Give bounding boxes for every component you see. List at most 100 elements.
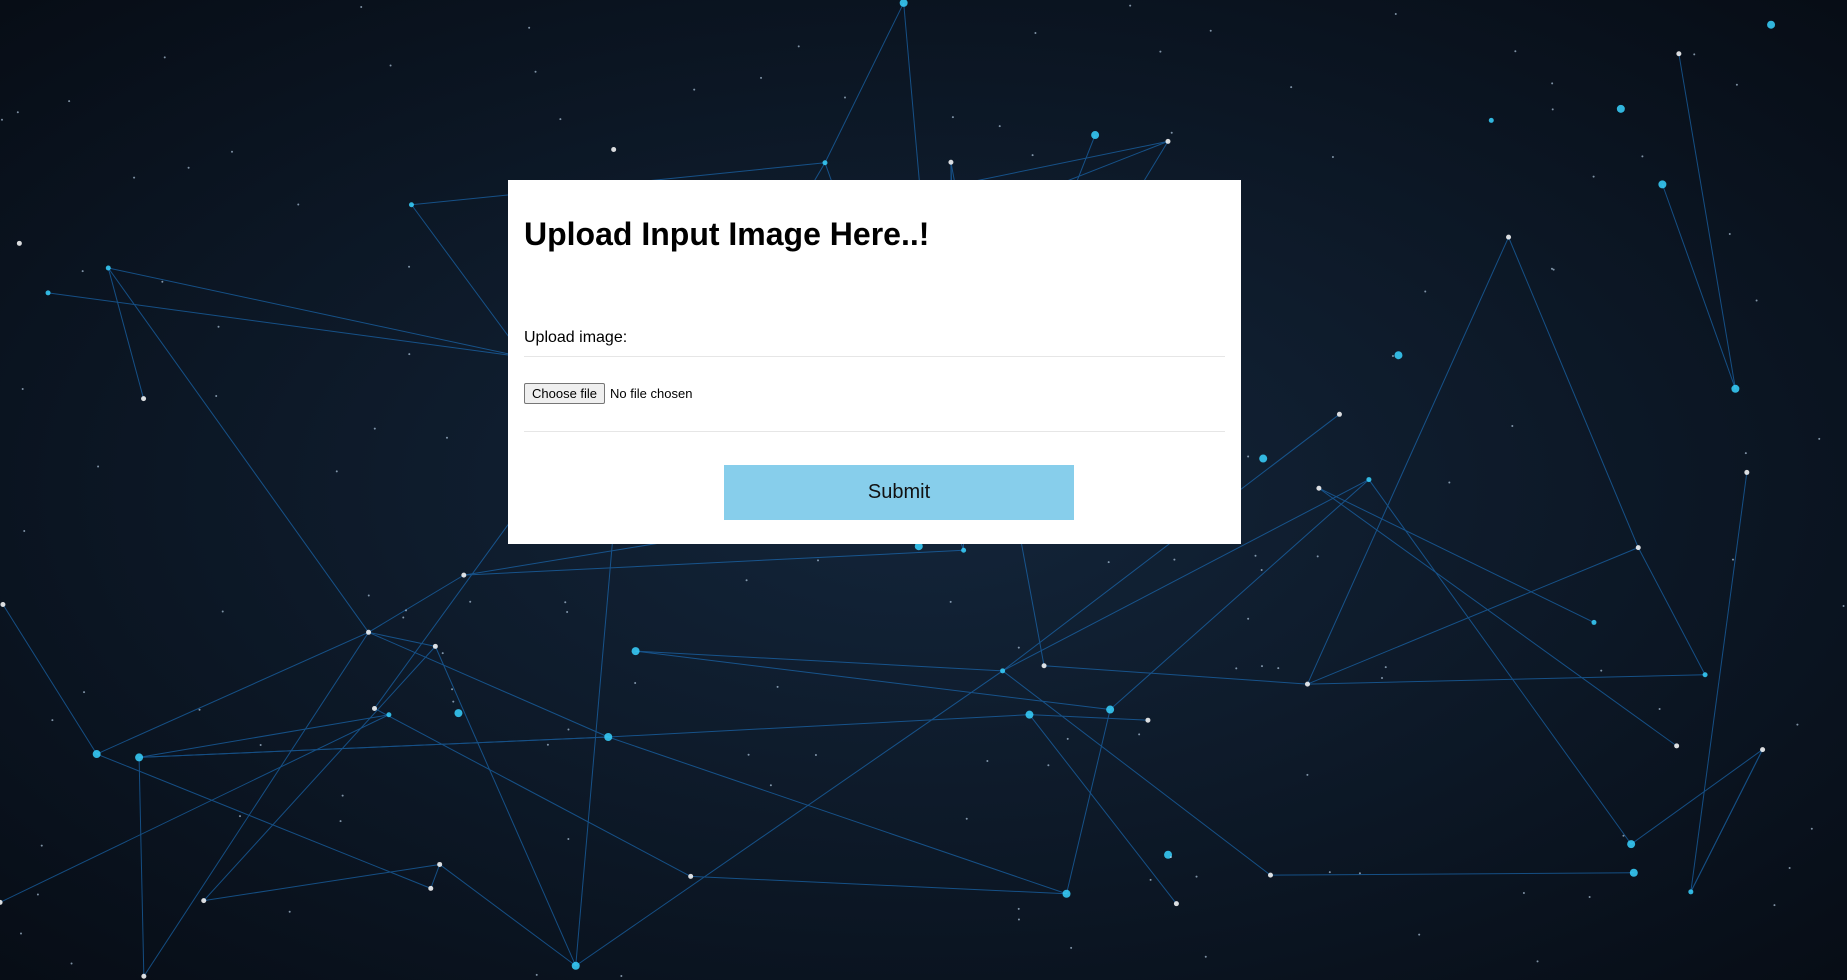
star-dot xyxy=(620,974,623,977)
star-dot xyxy=(951,116,954,119)
star-dot xyxy=(564,601,567,604)
submit-button[interactable]: Submit xyxy=(724,465,1074,520)
star-dot xyxy=(1017,907,1020,910)
star-dot xyxy=(1017,646,1020,649)
star-dot xyxy=(1536,960,1539,963)
star-dot xyxy=(1138,733,1141,736)
star-dot xyxy=(367,594,370,597)
network-node xyxy=(437,861,443,867)
star-dot xyxy=(534,70,537,73)
network-node xyxy=(1394,351,1403,360)
star-dot xyxy=(21,388,24,391)
star-dot xyxy=(231,150,234,153)
star-dot xyxy=(1522,892,1525,895)
network-node xyxy=(611,147,617,153)
network-node xyxy=(454,709,463,718)
star-dot xyxy=(1381,677,1384,680)
star-dot xyxy=(1394,13,1397,16)
star-dot xyxy=(1260,665,1263,668)
star-dot xyxy=(1159,50,1162,53)
star-dot xyxy=(998,125,1001,128)
star-dot xyxy=(238,815,241,818)
star-dot xyxy=(747,753,750,756)
star-dot xyxy=(441,652,444,655)
network-node xyxy=(1165,138,1171,144)
star-dot xyxy=(1773,904,1776,907)
star-dot xyxy=(163,56,166,59)
page-title: Upload Input Image Here..! xyxy=(524,216,930,252)
star-dot xyxy=(1195,875,1198,878)
star-dot xyxy=(19,932,22,935)
network-node xyxy=(432,643,438,649)
network-node xyxy=(1106,705,1115,714)
file-status-text: No file chosen xyxy=(610,386,693,401)
star-dot xyxy=(402,616,405,619)
star-dot xyxy=(1551,82,1554,85)
network-node xyxy=(428,885,434,891)
star-dot xyxy=(1744,452,1747,455)
star-dot xyxy=(1728,232,1731,235)
star-dot xyxy=(1260,568,1263,571)
network-node xyxy=(1025,710,1034,719)
network-node xyxy=(1674,743,1680,749)
network-node xyxy=(1591,619,1597,625)
star-dot xyxy=(23,529,26,532)
star-dot xyxy=(408,353,411,356)
network-node xyxy=(1702,672,1708,678)
network-node xyxy=(1744,469,1750,475)
network-node xyxy=(141,973,147,979)
network-node xyxy=(1304,681,1310,687)
network-node xyxy=(386,712,392,718)
star-dot xyxy=(339,820,342,823)
network-node xyxy=(1629,868,1638,877)
star-dot xyxy=(1735,83,1738,86)
star-dot xyxy=(51,719,54,722)
star-dot xyxy=(1592,175,1595,178)
network-node xyxy=(1062,889,1071,898)
star-dot xyxy=(1514,50,1517,53)
star-dot xyxy=(949,600,952,603)
network-node xyxy=(1336,411,1342,417)
star-dot xyxy=(634,681,637,684)
network-node xyxy=(408,202,414,208)
network-node xyxy=(1259,454,1268,463)
star-dot xyxy=(1070,946,1073,949)
network-node xyxy=(961,547,967,553)
star-dot xyxy=(1384,666,1387,669)
network-node xyxy=(371,705,377,711)
star-dot xyxy=(445,436,448,439)
network-node xyxy=(1760,747,1766,753)
network-node xyxy=(1173,901,1179,907)
network-node xyxy=(948,159,954,165)
star-dot xyxy=(986,760,989,763)
network-node xyxy=(571,961,580,970)
star-dot xyxy=(769,784,772,787)
star-dot xyxy=(341,794,344,797)
network-node xyxy=(366,629,372,635)
star-dot xyxy=(1129,4,1132,7)
star-dot xyxy=(528,26,531,29)
star-dot xyxy=(1149,878,1152,881)
star-dot xyxy=(1331,156,1334,159)
network-node xyxy=(1366,477,1372,483)
star-dot xyxy=(1511,424,1514,427)
star-dot xyxy=(776,685,779,688)
star-dot xyxy=(1818,437,1821,440)
network-node xyxy=(16,240,22,246)
network-node xyxy=(45,290,51,296)
divider-top xyxy=(524,356,1225,357)
star-dot xyxy=(221,610,224,613)
star-dot xyxy=(297,203,300,206)
network-node xyxy=(461,572,467,578)
choose-file-button[interactable]: Choose file xyxy=(524,383,606,404)
star-dot xyxy=(451,688,454,691)
network-node xyxy=(135,753,144,762)
star-dot xyxy=(215,394,218,397)
file-input[interactable]: Choose file No file chosen xyxy=(524,383,692,404)
star-dot xyxy=(36,893,39,896)
star-dot xyxy=(1552,268,1555,271)
star-dot xyxy=(693,88,696,91)
network-node xyxy=(105,265,111,271)
network-node xyxy=(1145,717,1151,723)
star-dot xyxy=(1316,555,1319,558)
